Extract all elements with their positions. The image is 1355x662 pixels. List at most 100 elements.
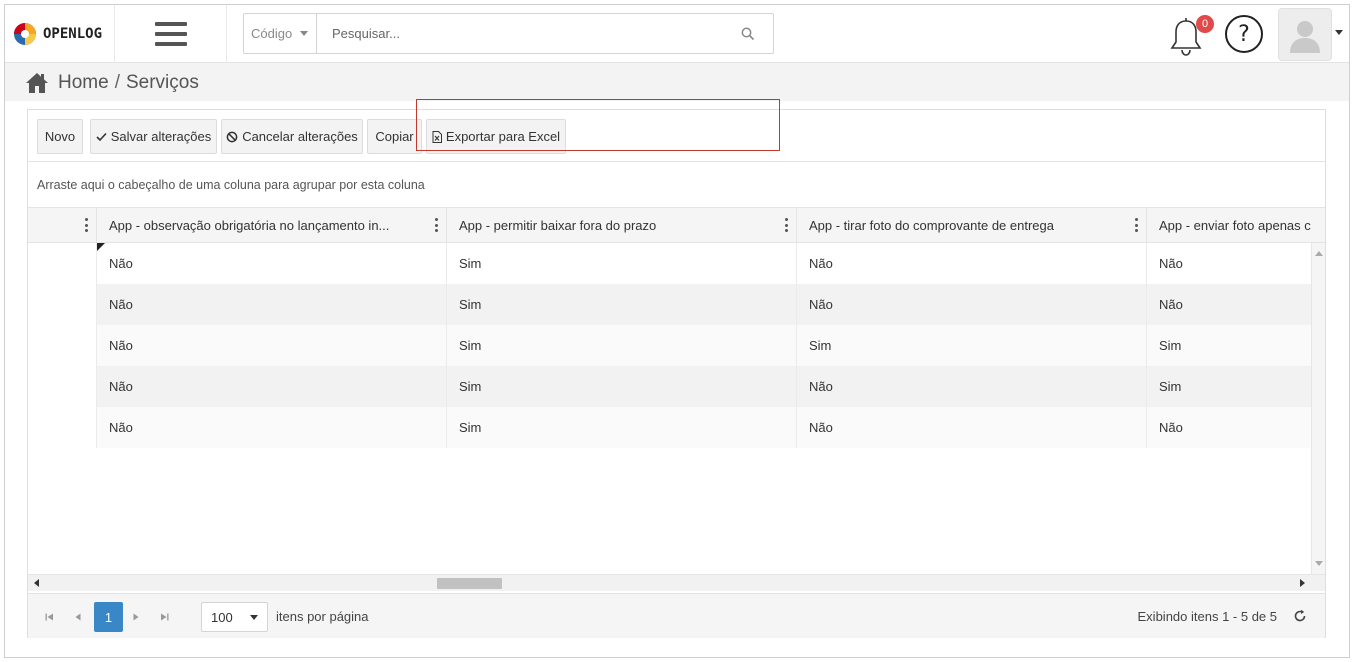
breadcrumb-current: Serviços [125, 72, 199, 93]
table-cell[interactable]: Sim [1146, 366, 1311, 407]
table-cell[interactable]: Não [796, 366, 1146, 407]
search-button[interactable] [723, 14, 773, 53]
row-selector-cell[interactable] [28, 243, 96, 284]
hamburger-icon [154, 22, 187, 46]
table-row[interactable]: Não Sim Não Não [28, 407, 1311, 448]
logo[interactable]: OPENLOG [5, 5, 115, 63]
column-header-select[interactable] [28, 208, 96, 243]
column-header[interactable]: App - permitir baixar fora do prazo [446, 208, 796, 243]
row-selector-cell[interactable] [28, 407, 96, 448]
row-selector-cell[interactable] [28, 366, 96, 407]
app-window: OPENLOG Código 0 [4, 4, 1350, 658]
cancel-icon [226, 131, 238, 143]
cancel-changes-button[interactable]: Cancelar alterações [221, 119, 363, 154]
new-button-label: Novo [44, 129, 76, 144]
caret-down-icon [300, 31, 309, 36]
table-cell[interactable]: Não [1146, 284, 1311, 325]
scroll-right-icon[interactable] [1300, 579, 1305, 587]
column-menu-icon[interactable] [1134, 218, 1138, 232]
table-cell[interactable]: Sim [1146, 325, 1311, 366]
question-mark-icon: ? [1238, 21, 1250, 47]
table-cell[interactable]: Não [96, 243, 446, 284]
table-row[interactable]: Não Sim Não Não [28, 243, 1311, 284]
search-input[interactable] [317, 14, 723, 53]
horizontal-scrollbar[interactable] [28, 574, 1325, 591]
copy-button[interactable]: Copiar [367, 119, 422, 154]
user-avatar[interactable] [1278, 8, 1332, 61]
refresh-icon [1294, 609, 1306, 622]
column-menu-icon[interactable] [784, 218, 788, 232]
table-cell[interactable]: Não [96, 366, 446, 407]
table-cell[interactable]: Sim [446, 407, 796, 448]
dirty-cell-marker [97, 243, 105, 251]
table-cell[interactable]: Não [96, 325, 446, 366]
table-cell[interactable]: Sim [446, 284, 796, 325]
save-changes-label: Salvar alterações [110, 129, 212, 144]
previous-page-button[interactable] [68, 607, 88, 627]
first-page-button[interactable] [39, 607, 59, 627]
save-changes-button[interactable]: Salvar alterações [90, 119, 217, 154]
first-page-icon [45, 613, 53, 621]
data-grid: App - observação obrigatória no lançamen… [28, 207, 1325, 592]
breadcrumb-home-link[interactable]: Home [58, 72, 109, 94]
row-selector-cell[interactable] [28, 325, 96, 366]
top-header: OPENLOG Código 0 [5, 5, 1349, 63]
table-row[interactable]: Não Sim Não Não [28, 284, 1311, 325]
scroll-down-icon[interactable] [1315, 561, 1323, 566]
table-cell[interactable]: Sim [796, 325, 1146, 366]
group-drop-area[interactable]: Arraste aqui o cabeçalho de uma coluna p… [37, 178, 425, 192]
menu-toggle-button[interactable] [115, 5, 227, 63]
breadcrumb-separator: / [114, 72, 120, 93]
horizontal-scroll-thumb[interactable] [437, 578, 502, 589]
services-grid-panel: Novo Salvar alterações Cancelar alteraçõ… [27, 109, 1326, 638]
user-menu-caret-icon[interactable] [1335, 30, 1343, 35]
refresh-button[interactable] [1291, 607, 1309, 625]
copy-button-label: Copiar [375, 129, 414, 144]
check-icon [96, 132, 107, 142]
table-cell[interactable]: Não [96, 284, 446, 325]
page-1-button[interactable]: 1 [94, 602, 123, 632]
export-excel-label: Exportar para Excel [445, 129, 561, 144]
table-cell[interactable]: Não [796, 284, 1146, 325]
table-row[interactable]: Não Sim Não Sim [28, 366, 1311, 407]
next-page-button[interactable] [126, 607, 146, 627]
table-cell[interactable]: Não [796, 407, 1146, 448]
row-selector-cell[interactable] [28, 284, 96, 325]
column-header[interactable]: App - tirar foto do comprovante de entre… [796, 208, 1146, 243]
column-menu-icon[interactable] [434, 218, 438, 232]
logo-text: OPENLOG [43, 26, 103, 42]
breadcrumb: Home / Serviços [25, 72, 199, 94]
column-header[interactable]: App - observação obrigatória no lançamen… [96, 208, 446, 243]
page-size-label: itens por página [276, 609, 369, 624]
breadcrumb-bar: Home / Serviços [5, 63, 1349, 101]
table-cell[interactable]: Sim [446, 366, 796, 407]
last-page-button[interactable] [154, 607, 174, 627]
table-cell[interactable]: Não [96, 407, 446, 448]
notifications-button[interactable]: 0 [1168, 13, 1214, 57]
table-cell[interactable]: Não [796, 243, 1146, 284]
new-button[interactable]: Novo [37, 119, 83, 154]
scroll-left-icon[interactable] [34, 579, 39, 587]
vertical-scrollbar[interactable] [1311, 243, 1325, 574]
export-excel-button[interactable]: Exportar para Excel [426, 119, 566, 154]
search-field-select[interactable]: Código [244, 14, 317, 53]
page-size-value: 100 [211, 609, 233, 625]
search-icon [741, 27, 755, 40]
table-cell[interactable]: Sim [446, 243, 796, 284]
table-cell[interactable]: Não [1146, 407, 1311, 448]
table-cell[interactable]: Sim [446, 325, 796, 366]
help-button[interactable]: ? [1225, 15, 1263, 53]
column-header-label: App - observação obrigatória no lançamen… [109, 218, 390, 233]
grid-pager: 1 100 itens por página Exibindo itens 1 … [28, 593, 1325, 638]
grid-header: App - observação obrigatória no lançamen… [28, 207, 1325, 243]
table-row[interactable]: Não Sim Sim Sim [28, 325, 1311, 366]
column-header[interactable]: App - enviar foto apenas c [1146, 208, 1325, 243]
column-menu-icon[interactable] [84, 218, 88, 232]
table-cell[interactable]: Não [1146, 243, 1311, 284]
user-silhouette-icon [1290, 20, 1320, 53]
home-icon[interactable] [25, 72, 49, 94]
grid-toolbar: Novo Salvar alterações Cancelar alteraçõ… [28, 110, 1325, 162]
page-size-select[interactable]: 100 [201, 602, 268, 632]
notification-count-badge: 0 [1196, 15, 1214, 33]
scroll-up-icon[interactable] [1315, 251, 1323, 256]
